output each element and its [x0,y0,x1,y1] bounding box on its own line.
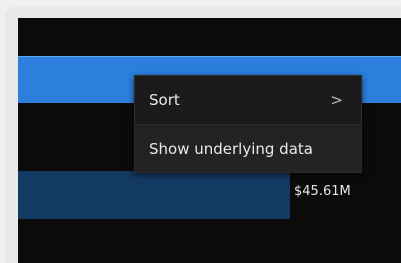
menu-item-show-underlying-data-label: Show underlying data [149,140,313,158]
context-menu: Sort > Show underlying data [134,75,362,173]
menu-item-sort-label: Sort [149,91,180,109]
menu-item-sort[interactable]: Sort > [135,76,361,124]
menu-item-show-underlying-data[interactable]: Show underlying data [135,124,361,172]
bar-data-label: $45.61M [294,184,351,199]
chart-bar[interactable] [18,171,290,219]
chart-header-strip [18,18,401,56]
chevron-right-icon: > [330,91,343,109]
